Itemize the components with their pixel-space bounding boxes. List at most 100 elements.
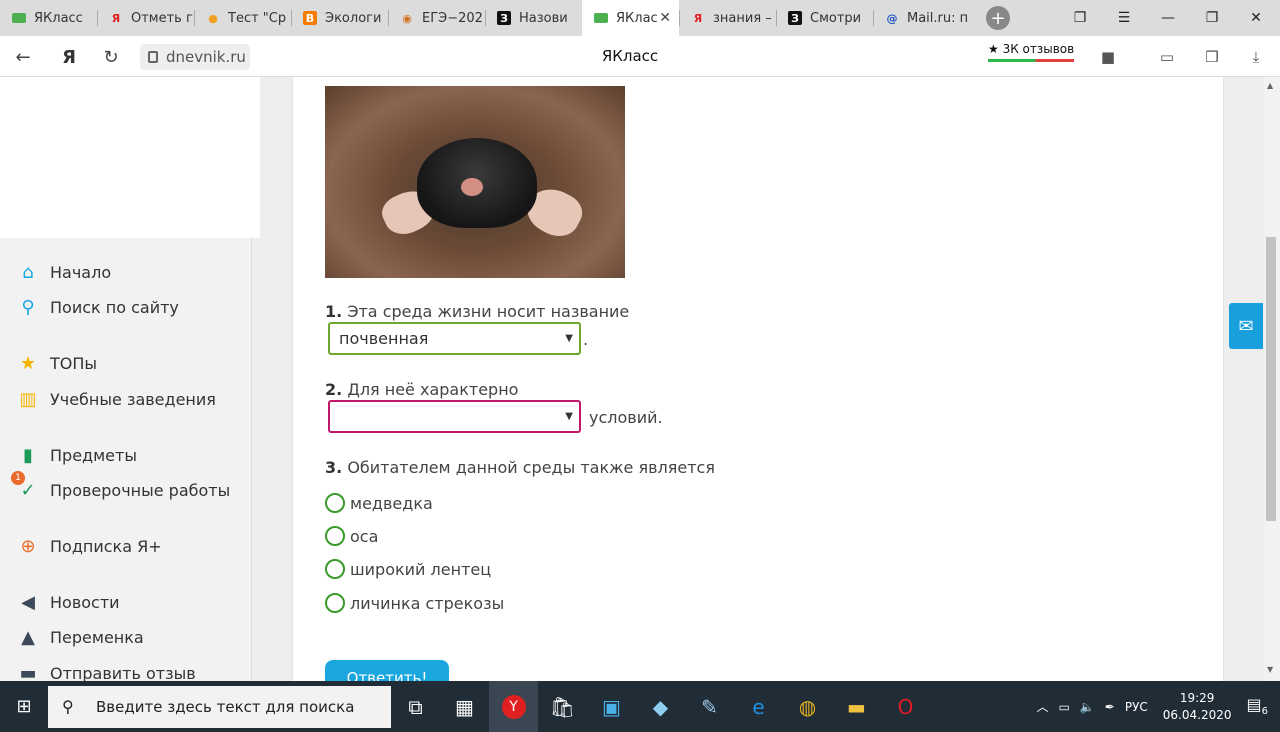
search-icon: ⚲ xyxy=(62,697,74,716)
control-panel-icon[interactable]: ▣ xyxy=(587,681,636,732)
close-window-icon[interactable]: ✕ xyxy=(1234,0,1278,36)
sidebar-item-feedback[interactable]: ▬ Отправить отзыв xyxy=(16,659,195,682)
quiz-content: 1. Эта среда жизни носит название почвен… xyxy=(292,77,1224,681)
test-icon: ● xyxy=(208,11,218,25)
yandex-icon: Я xyxy=(693,11,703,25)
page-scrollbar[interactable]: ▲ ▼ xyxy=(1264,77,1280,681)
edge-icon[interactable]: e xyxy=(734,681,783,732)
mail-feedback-icon[interactable]: ✉ xyxy=(1229,303,1263,349)
page-viewport: ⌂ Начало ⚲ Поиск по сайту ★ ТОПы ▥ Учебные з… xyxy=(0,77,1280,681)
collections-icon[interactable]: ❒ xyxy=(1201,46,1223,68)
battery-icon[interactable]: ▭ xyxy=(1058,700,1069,714)
file-explorer-icon[interactable]: ▬ xyxy=(832,681,881,732)
option-row[interactable]: оса xyxy=(325,525,378,547)
sidebar-blank-area xyxy=(0,77,260,238)
chrome-icon[interactable]: ◍ xyxy=(783,681,832,732)
question-1-suffix: . xyxy=(583,330,589,349)
question-1: 1. Эта среда жизни носит название xyxy=(325,302,630,321)
sidebar: ⌂ Начало ⚲ Поиск по сайту ★ ТОПы ▥ Учебные з… xyxy=(0,238,252,681)
store-icon[interactable]: 🛍 xyxy=(538,681,587,732)
blogger-icon: B xyxy=(303,11,317,25)
sidebar-item-news[interactable]: ◀ Новости xyxy=(16,588,119,616)
ege-icon: ◉ xyxy=(402,11,412,25)
sidebar-item-search[interactable]: ⚲ Поиск по сайту xyxy=(16,293,178,321)
radio-button[interactable] xyxy=(325,526,345,546)
sidebar-item-subjects[interactable]: ▮ Предметы xyxy=(16,441,137,469)
chevron-down-icon: ▼ xyxy=(565,411,573,422)
tab-4[interactable]: ◉ ЕГЭ−202 xyxy=(388,0,485,36)
chevron-up-icon[interactable]: ︿ xyxy=(1036,698,1048,715)
sidebar-item-subscription[interactable]: ⊕ Подписка Я+ xyxy=(16,532,161,560)
tab-7[interactable]: Язнания – xyxy=(679,0,776,36)
sidebar-item-institutions[interactable]: ▥ Учебные заведения xyxy=(16,385,215,413)
browser-tab-bar: ЯКласс Я Отметь г ● Тест "Ср B Экологи ◉ ЕГЭ… xyxy=(0,0,1280,36)
reload-icon[interactable]: ↻ xyxy=(98,44,124,70)
menu-icon[interactable]: ☰ xyxy=(1102,0,1146,36)
chevron-down-icon: ▼ xyxy=(565,333,573,344)
windows-start-icon[interactable]: ⊞ xyxy=(0,681,48,732)
sidebar-item-tops[interactable]: ★ ТОПы xyxy=(16,349,97,377)
calculator-icon[interactable]: ▦ xyxy=(440,681,489,732)
search-icon: ⚲ xyxy=(21,296,35,318)
minimize-icon[interactable]: — xyxy=(1146,0,1190,36)
bookmark-icon[interactable]: ■ xyxy=(1097,46,1119,68)
tests-count-badge: 1 xyxy=(11,471,25,485)
tab-2[interactable]: ● Тест "Ср xyxy=(194,0,291,36)
yandex-browser-icon[interactable]: Y xyxy=(489,681,538,732)
opera-icon[interactable]: O xyxy=(881,681,930,732)
battery-saver-icon[interactable]: ▭ xyxy=(1156,46,1178,68)
option-row[interactable]: личинка стрекозы xyxy=(325,592,504,614)
sidebar-item-tests[interactable]: ✓ 1 Проверочные работы xyxy=(11,471,230,504)
pen-icon[interactable]: ✒ xyxy=(1105,700,1115,714)
back-icon[interactable]: ← xyxy=(10,44,36,70)
znanija-icon: З xyxy=(497,11,511,25)
question-3: 3. Обитателем данной среды также являетс… xyxy=(325,458,715,477)
new-tab-button[interactable]: + xyxy=(986,6,1010,30)
tab-1[interactable]: Я Отметь г xyxy=(97,0,194,36)
scroll-down-icon[interactable]: ▼ xyxy=(1267,665,1273,674)
radio-button[interactable] xyxy=(325,559,345,579)
question-2-select[interactable]: ▼ xyxy=(328,400,581,433)
option-row[interactable]: медведка xyxy=(325,492,433,514)
windows-taskbar: ⊞ ⚲ Введите здесь текст для поиска ⧉ ▦ Y … xyxy=(0,681,1280,732)
url-field[interactable]: dnevnik.ru xyxy=(140,44,250,70)
sidebar-item-home[interactable]: ⌂ Начало xyxy=(16,258,111,286)
tab-6-active[interactable]: ЯКлас ✕ xyxy=(582,0,679,36)
paint-icon[interactable]: ✎ xyxy=(685,681,734,732)
notifications-icon[interactable]: ▤6 xyxy=(1247,695,1269,717)
sidebar-item-break[interactable]: ▲ Переменка xyxy=(16,623,144,651)
star-icon: ★ xyxy=(19,352,37,374)
yandex-logo-icon[interactable]: Я xyxy=(56,44,82,70)
radio-button[interactable] xyxy=(325,593,345,613)
reviews-button[interactable]: ★ 3К отзывов xyxy=(988,42,1075,62)
question-2-suffix: условий. xyxy=(589,408,663,427)
taskbar-search-box[interactable]: ⚲ Введите здесь текст для поиска xyxy=(48,685,391,728)
notes-icon[interactable]: ◆ xyxy=(636,681,685,732)
feedback-icon: ▬ xyxy=(19,662,37,682)
clock[interactable]: 19:29 06.04.2020 xyxy=(1163,690,1232,724)
radio-button[interactable] xyxy=(325,493,345,513)
question-1-select[interactable]: почвенная ▼ xyxy=(328,322,581,355)
tab-8[interactable]: З Смотри xyxy=(776,0,873,36)
tab-5[interactable]: З Назови xyxy=(485,0,582,36)
system-tray: ︿ ▭ 🔈 ✒ РУС 19:29 06.04.2020 ▤6 xyxy=(1031,681,1280,732)
address-bar: ← Я ↻ dnevnik.ru ЯКласс ★ 3К отзывов ■ ▭… xyxy=(0,36,1280,77)
language-indicator[interactable]: РУС xyxy=(1125,700,1148,714)
volume-icon[interactable]: 🔈 xyxy=(1080,700,1095,714)
restore-icon[interactable]: ❐ xyxy=(1190,0,1234,36)
institution-icon: ▥ xyxy=(19,388,37,410)
tab-3[interactable]: B Экологи xyxy=(291,0,388,36)
downloads-icon[interactable]: ⤓ xyxy=(1245,46,1267,68)
option-row[interactable]: широкий лентец xyxy=(325,558,491,580)
tab-0[interactable]: ЯКласс xyxy=(0,0,97,36)
yaklass-icon xyxy=(594,13,608,23)
tabs-list-icon[interactable]: ❐ xyxy=(1058,0,1102,36)
submit-answer-button[interactable]: Ответить! xyxy=(325,660,449,681)
question-2: 2. Для неё характерно xyxy=(325,380,519,399)
tab-9[interactable]: @ Mail.ru: п xyxy=(873,0,970,36)
scroll-up-icon[interactable]: ▲ xyxy=(1267,81,1273,90)
scrollbar-thumb[interactable] xyxy=(1266,237,1276,521)
task-view-icon[interactable]: ⧉ xyxy=(391,681,440,732)
close-tab-icon[interactable]: ✕ xyxy=(659,10,671,26)
home-icon: ⌂ xyxy=(22,261,34,283)
